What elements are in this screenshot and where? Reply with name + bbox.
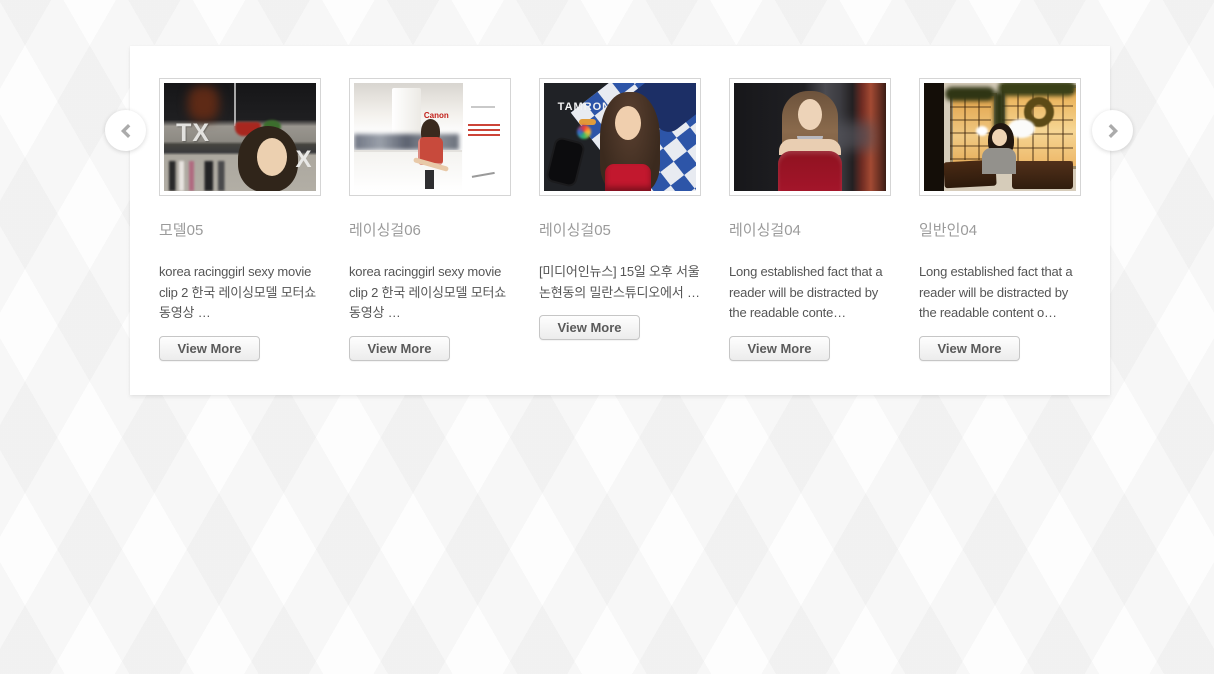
photo-shape bbox=[257, 138, 288, 177]
card-description: Long established fact that a reader will… bbox=[919, 264, 1073, 320]
chevron-right-icon bbox=[1105, 123, 1121, 139]
photo-shape bbox=[945, 87, 996, 102]
carousel-prev-button[interactable] bbox=[105, 110, 146, 151]
photo-shape bbox=[1012, 160, 1073, 189]
photo-shape bbox=[975, 126, 988, 137]
photo-shape bbox=[188, 86, 219, 121]
card-photo bbox=[734, 83, 886, 191]
photo-shape bbox=[998, 83, 1076, 96]
photo-shape bbox=[468, 124, 500, 137]
photo-brand-text: X bbox=[295, 145, 312, 173]
photo-shape bbox=[578, 118, 596, 125]
card-photo: TX X bbox=[164, 83, 316, 191]
card-photo: Canon bbox=[354, 83, 506, 191]
photo-shape bbox=[604, 164, 651, 191]
page-background: { "colors": { "accent_red": "#c2201a", "… bbox=[0, 0, 1214, 674]
card-description: korea racinggirl sexy movie clip 2 한국 레이… bbox=[349, 264, 506, 320]
view-more-button[interactable]: View More bbox=[349, 335, 450, 361]
card-title: 레이싱걸04 bbox=[729, 222, 801, 239]
card-racinggirl05: TAMRON 레이싱걸05 [미디어인뉴스] 15일 오후 서울 논현동의 밀란… bbox=[539, 78, 701, 361]
photo-shape bbox=[798, 99, 822, 131]
card-description: korea racinggirl sexy movie clip 2 한국 레이… bbox=[159, 264, 316, 320]
photo-shape bbox=[778, 151, 842, 191]
photo-shape bbox=[168, 160, 233, 191]
card-title: 레이싱걸05 bbox=[539, 222, 611, 239]
photo-brand-text: TAMRON bbox=[557, 101, 612, 114]
card-description: [미디어인뉴스] 15일 오후 서울 논현동의 밀란스튜디오에서 … bbox=[539, 264, 700, 300]
view-more-button[interactable]: View More bbox=[159, 335, 260, 361]
card-thumbnail-frame[interactable] bbox=[919, 78, 1081, 196]
card-title: 레이싱걸06 bbox=[349, 222, 421, 239]
carousel-panel: TX X 모델05 korea racinggirl sexy movie cl… bbox=[130, 46, 1110, 395]
carousel-next-button[interactable] bbox=[1092, 110, 1133, 151]
photo-brand-text: TX bbox=[176, 118, 211, 147]
view-more-button[interactable]: View More bbox=[539, 315, 640, 340]
card-racinggirl06: Canon 레이싱걸06 korea racinggirl sexy movie… bbox=[349, 78, 511, 361]
card-title: 일반인04 bbox=[919, 222, 978, 239]
photo-shape bbox=[546, 138, 584, 187]
card-title: 모델05 bbox=[159, 222, 204, 239]
photo-shape bbox=[981, 147, 1016, 174]
photo-shape bbox=[233, 83, 236, 127]
view-more-button[interactable]: View More bbox=[729, 335, 830, 361]
card-model05: TX X 모델05 korea racinggirl sexy movie cl… bbox=[159, 78, 321, 361]
card-list: TX X 모델05 korea racinggirl sexy movie cl… bbox=[159, 78, 1081, 361]
card-racinggirl04: 레이싱걸04 Long established fact that a read… bbox=[729, 78, 891, 361]
photo-shape bbox=[425, 170, 435, 189]
chevron-left-icon bbox=[118, 123, 134, 139]
card-thumbnail-frame[interactable]: TX X bbox=[159, 78, 321, 196]
card-photo: TAMRON bbox=[544, 83, 696, 191]
card-ordinary04: 일반인04 Long established fact that a reade… bbox=[919, 78, 1081, 361]
photo-shape bbox=[392, 88, 421, 139]
photo-shape bbox=[924, 83, 944, 191]
photo-shape bbox=[354, 133, 459, 150]
photo-shape bbox=[471, 105, 496, 108]
card-thumbnail-frame[interactable] bbox=[729, 78, 891, 196]
view-more-button[interactable]: View More bbox=[919, 335, 1020, 361]
card-thumbnail-frame[interactable]: Canon bbox=[349, 78, 511, 196]
card-thumbnail-frame[interactable]: TAMRON bbox=[539, 78, 701, 196]
card-description: Long established fact that a reader will… bbox=[729, 264, 883, 320]
card-photo bbox=[924, 83, 1076, 191]
